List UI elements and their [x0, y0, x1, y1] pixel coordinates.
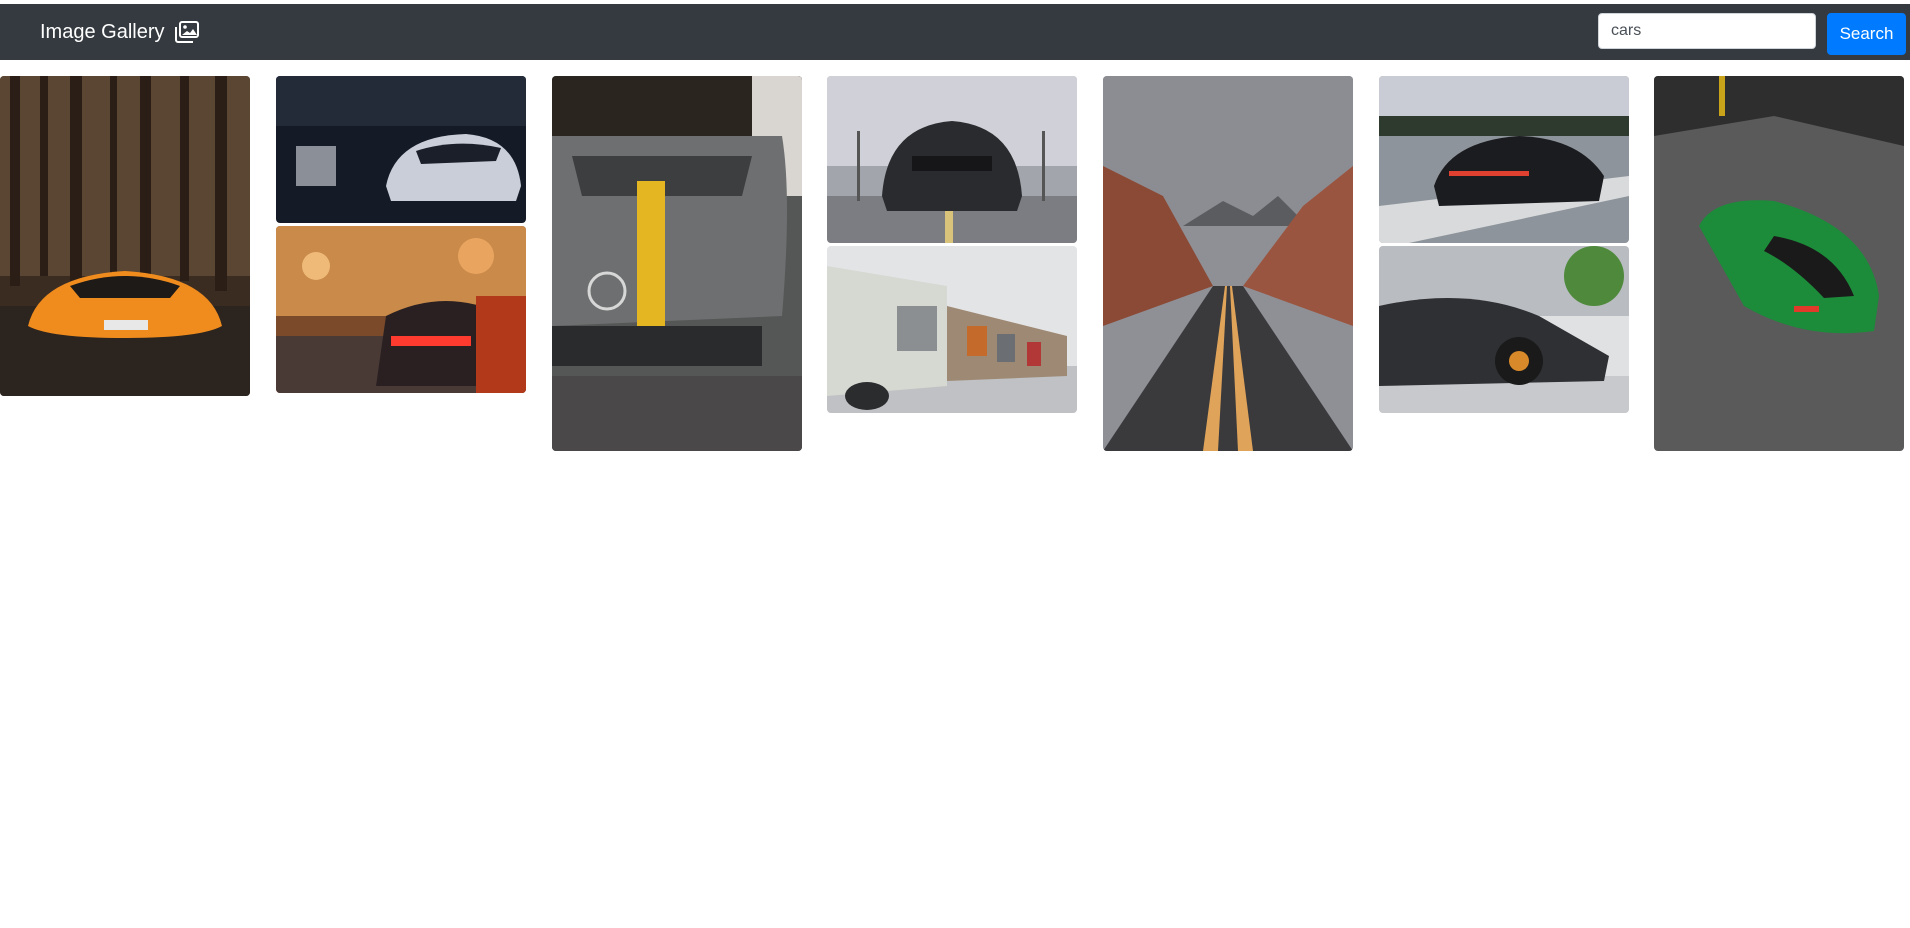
photo-grey-mercedes[interactable]: [552, 76, 802, 451]
photo-grey-mercedes-image: [552, 76, 802, 451]
photo-orange-lamborghini-image: [0, 76, 250, 396]
photo-red-audi-taillights-image: [276, 226, 526, 393]
photo-white-camaro[interactable]: [276, 76, 526, 223]
images-icon: [174, 21, 199, 43]
photo-green-mustang[interactable]: [1654, 76, 1904, 451]
search-input[interactable]: [1598, 13, 1816, 49]
brand-title: Image Gallery: [40, 20, 165, 43]
photo-orange-lamborghini[interactable]: [0, 76, 250, 396]
photo-vintage-bmw-row[interactable]: [827, 246, 1077, 413]
photo-black-porsche[interactable]: [1379, 76, 1629, 243]
top-navbar: Image Gallery Search: [0, 4, 1910, 60]
photo-white-camaro-image: [276, 76, 526, 223]
search-button[interactable]: Search: [1827, 13, 1906, 55]
photo-vintage-bmw-row-image: [827, 246, 1077, 413]
brand-link[interactable]: Image Gallery: [40, 4, 199, 60]
photo-desert-road[interactable]: [1103, 76, 1353, 451]
photo-green-mustang-image: [1654, 76, 1904, 451]
photo-black-lamborghini[interactable]: [1379, 246, 1629, 413]
photo-red-audi-taillights[interactable]: [276, 226, 526, 393]
photo-black-mustang[interactable]: [827, 76, 1077, 243]
photo-black-lamborghini-image: [1379, 246, 1629, 413]
photo-black-porsche-image: [1379, 76, 1629, 243]
photo-desert-road-image: [1103, 76, 1353, 451]
photo-black-mustang-image: [827, 76, 1077, 243]
